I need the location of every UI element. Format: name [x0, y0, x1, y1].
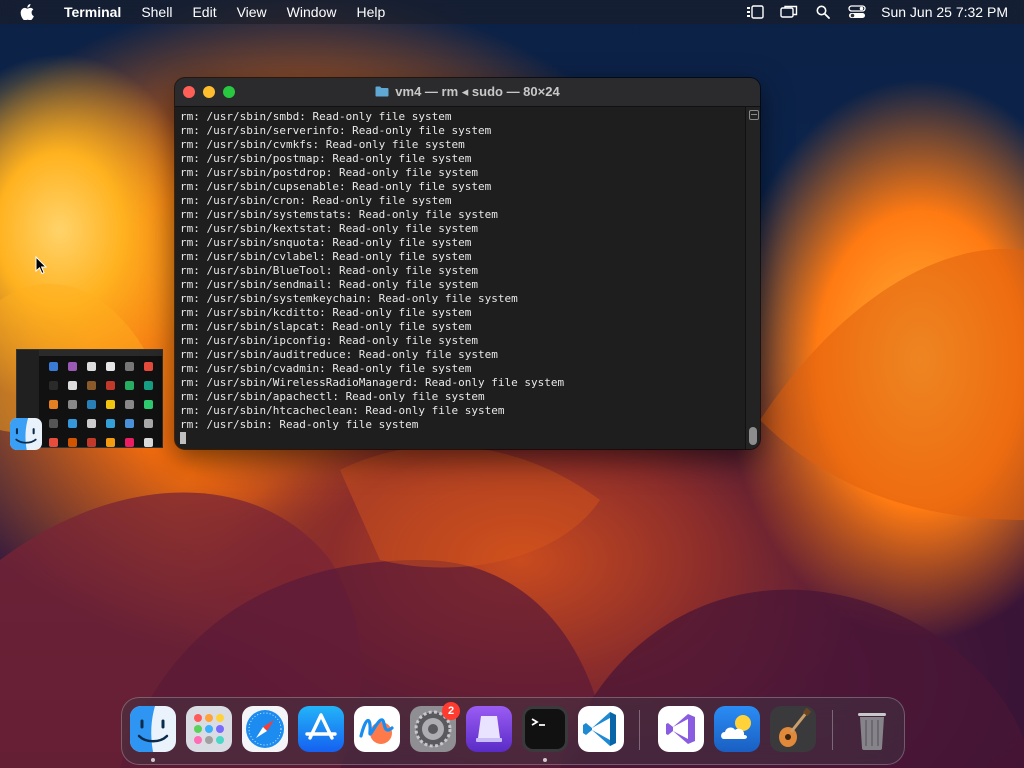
dock-launchpad-icon[interactable]	[186, 706, 232, 752]
folder-icon	[375, 85, 389, 100]
terminal-window[interactable]: vm4 — rm ◂ sudo — 80×24 rm: /usr/sbin/sm…	[175, 78, 760, 449]
menu-bar: Terminal Shell Edit View Window Help Sun…	[0, 0, 1024, 24]
terminal-scrollbar[interactable]	[745, 107, 760, 449]
thumbnail-app-grid	[45, 360, 159, 447]
dock-separator	[639, 710, 640, 750]
terminal-output-line: rm: /usr/sbin/systemstats: Read-only fil…	[180, 208, 498, 221]
terminal-output-line: rm: /usr/sbin/cron: Read-only file syste…	[180, 194, 452, 207]
terminal-output-line: rm: /usr/sbin/cvadmin: Read-only file sy…	[180, 362, 472, 375]
apple-menu-icon[interactable]	[0, 4, 54, 20]
stage-manager-icon[interactable]	[745, 4, 765, 20]
split-pane-icon[interactable]	[749, 110, 759, 120]
terminal-output-line: rm: /usr/sbin/kcditto: Read-only file sy…	[180, 306, 472, 319]
terminal-title-text: vm4 — rm ◂ sudo — 80×24	[395, 84, 560, 99]
terminal-running-indicator	[543, 758, 547, 762]
finder-desktop-icon[interactable]	[10, 418, 42, 450]
terminal-output-line: rm: /usr/sbin/ipconfig: Read-only file s…	[180, 334, 479, 347]
menu-shell[interactable]: Shell	[131, 0, 182, 24]
menu-help[interactable]: Help	[346, 0, 395, 24]
menu-edit[interactable]: Edit	[182, 0, 226, 24]
dock-app-store-icon[interactable]	[298, 706, 344, 752]
terminal-output-line: rm: /usr/sbin/smbd: Read-only file syste…	[180, 110, 452, 123]
dock-weather-icon[interactable]	[714, 706, 760, 752]
terminal-output-line: rm: /usr/sbin/sendmail: Read-only file s…	[180, 278, 479, 291]
close-window-button[interactable]	[183, 86, 195, 98]
menu-window[interactable]: Window	[277, 0, 347, 24]
dock-freeform-icon[interactable]	[354, 706, 400, 752]
terminal-cursor	[180, 432, 186, 444]
terminal-output-line: rm: /usr/sbin/BlueTool: Read-only file s…	[180, 264, 479, 277]
dock-garageband-icon[interactable]	[770, 706, 816, 752]
mouse-pointer-icon	[35, 255, 48, 280]
dock-separator	[832, 710, 833, 750]
terminal-output-line: rm: /usr/sbin/apachectl: Read-only file …	[180, 390, 485, 403]
terminal-output-line: rm: /usr/sbin/slapcat: Read-only file sy…	[180, 320, 472, 333]
dock-terminal-icon[interactable]	[522, 706, 568, 752]
menu-app-name[interactable]: Terminal	[54, 0, 131, 24]
terminal-output-line: rm: /usr/sbin/postmap: Read-only file sy…	[180, 152, 472, 165]
terminal-output-line: rm: /usr/sbin/postdrop: Read-only file s…	[180, 166, 479, 179]
terminal-output-line: rm: /usr/sbin/cupsenable: Read-only file…	[180, 180, 492, 193]
terminal-prompt-line[interactable]	[180, 432, 746, 446]
terminal-output-line: rm: /usr/sbin/cvlabel: Read-only file sy…	[180, 250, 472, 263]
spotlight-search-icon[interactable]	[813, 4, 833, 20]
menu-bar-status-area: Sun Jun 25 7:32 PM	[745, 0, 1008, 24]
dock-visual-studio-icon[interactable]	[658, 706, 704, 752]
screen-mirroring-icon[interactable]	[779, 4, 799, 20]
terminal-output-line: rm: /usr/sbin: Read-only file system	[180, 418, 419, 431]
terminal-output-line: rm: /usr/sbin/systemkeychain: Read-only …	[180, 292, 518, 305]
terminal-output-line: rm: /usr/sbin/auditreduce: Read-only fil…	[180, 348, 498, 361]
terminal-title: vm4 — rm ◂ sudo — 80×24	[375, 84, 560, 100]
dock: 2	[121, 697, 905, 765]
menu-bar-clock[interactable]: Sun Jun 25 7:32 PM	[881, 4, 1008, 20]
terminal-output-line: rm: /usr/sbin/cvmkfs: Read-only file sys…	[180, 138, 465, 151]
dock-vscode-icon[interactable]	[578, 706, 624, 752]
dock-safari-icon[interactable]	[242, 706, 288, 752]
terminal-output-line: rm: /usr/sbin/htcacheclean: Read-only fi…	[180, 404, 505, 417]
dock-simulator-icon[interactable]	[466, 706, 512, 752]
minimize-window-button[interactable]	[203, 86, 215, 98]
maximize-window-button[interactable]	[223, 86, 235, 98]
finder-running-indicator	[151, 758, 155, 762]
terminal-output-line: rm: /usr/sbin/snquota: Read-only file sy…	[180, 236, 472, 249]
terminal-output-line: rm: /usr/sbin/kextstat: Read-only file s…	[180, 222, 479, 235]
dock-trash-icon[interactable]	[849, 706, 895, 752]
dock-finder-icon[interactable]	[130, 706, 176, 752]
settings-notification-badge: 2	[442, 702, 460, 720]
terminal-output-line: rm: /usr/sbin/WirelessRadioManagerd: Rea…	[180, 376, 565, 389]
control-center-icon[interactable]	[847, 4, 867, 20]
terminal-output-line: rm: /usr/sbin/serverinfo: Read-only file…	[180, 124, 492, 137]
terminal-output[interactable]: rm: /usr/sbin/smbd: Read-only file syste…	[175, 107, 746, 449]
window-controls	[183, 86, 235, 98]
scrollbar-thumb[interactable]	[749, 427, 757, 445]
terminal-titlebar[interactable]: vm4 — rm ◂ sudo — 80×24	[175, 78, 760, 107]
menu-view[interactable]: View	[227, 0, 277, 24]
